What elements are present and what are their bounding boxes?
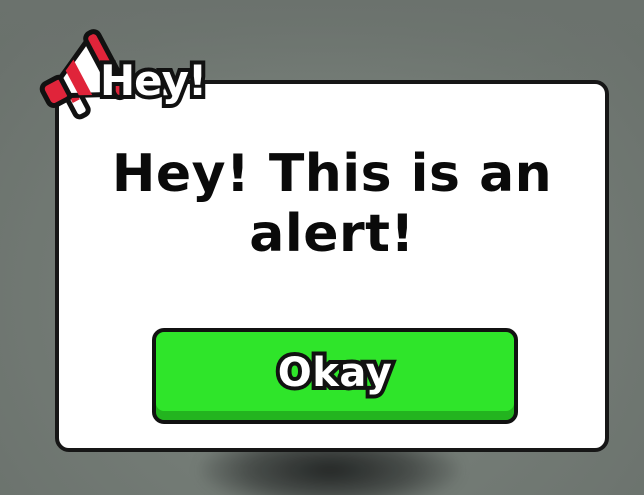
okay-button[interactable]: Okay	[152, 328, 518, 424]
alert-dialog: Hey! This is an alert! Okay	[55, 80, 609, 452]
alert-message: Hey! This is an alert!	[111, 144, 553, 264]
dialog-title: Hey!	[96, 54, 211, 108]
okay-button-label: Okay	[274, 346, 396, 400]
